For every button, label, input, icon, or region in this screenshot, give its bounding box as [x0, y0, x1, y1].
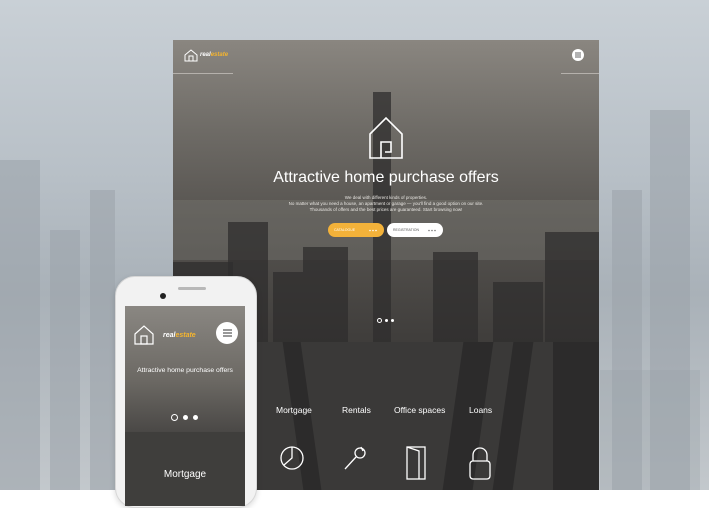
phone-slider-pagination — [171, 414, 198, 421]
lock-icon[interactable] — [467, 445, 493, 486]
slider-dot[interactable] — [391, 319, 394, 322]
phone-hero-title: Attractive home purchase offers — [137, 367, 233, 374]
home-logo-icon[interactable] — [133, 324, 155, 351]
slider-pagination — [377, 318, 394, 323]
menu-button[interactable] — [216, 322, 238, 344]
tab-rentals[interactable]: Rentals — [342, 405, 371, 415]
catalogue-button-label: CATALOGUE — [334, 228, 356, 232]
hero-desc-line-3: Thousands of offers and the best prices … — [309, 207, 463, 212]
door-icon[interactable] — [405, 445, 427, 486]
hamburger-icon — [222, 329, 232, 337]
logo-text-part2: estate — [210, 52, 229, 58]
tab-office-spaces[interactable]: Office spaces — [394, 405, 445, 415]
hamburger-icon — [575, 52, 581, 58]
phone-section-mortgage[interactable]: Mortgage — [125, 469, 245, 480]
tab-loans[interactable]: Loans — [469, 405, 492, 415]
more-dots-icon — [428, 229, 436, 231]
pie-chart-icon[interactable] — [279, 445, 305, 476]
tab-mortgage[interactable]: Mortgage — [276, 405, 312, 415]
slider-dot[interactable] — [171, 414, 178, 421]
catalogue-button[interactable]: CATALOGUE — [328, 223, 384, 237]
more-dots-icon — [369, 229, 377, 231]
menu-button[interactable] — [572, 49, 584, 61]
hero-description: We deal with different kinds of properti… — [173, 195, 599, 213]
logo-text-part1: real — [200, 52, 211, 58]
phone-camera — [160, 293, 166, 299]
registration-button-label: REGISTRATION — [393, 228, 419, 232]
phone-speaker — [178, 287, 206, 290]
house-icon — [368, 114, 404, 165]
slider-dot[interactable] — [385, 319, 388, 322]
wrench-icon[interactable] — [341, 445, 367, 478]
header-line-left — [173, 73, 233, 74]
phone-mockup: realestate Attractive home purchase offe… — [115, 276, 257, 508]
slider-dot[interactable] — [183, 415, 188, 420]
slider-dot[interactable] — [193, 415, 198, 420]
phone-screen: realestate Attractive home purchase offe… — [125, 306, 245, 506]
logo-text-part1: real — [163, 332, 176, 339]
hero-title: Attractive home purchase offers — [273, 169, 499, 186]
header-line-right — [561, 73, 599, 74]
home-logo-icon[interactable] — [184, 49, 198, 67]
logo-text[interactable]: realestate — [163, 332, 196, 339]
logo-text-part2: estate — [175, 332, 196, 339]
logo-text[interactable]: realestate — [200, 52, 228, 58]
slider-dot[interactable] — [377, 318, 382, 323]
registration-button[interactable]: REGISTRATION — [387, 223, 443, 237]
